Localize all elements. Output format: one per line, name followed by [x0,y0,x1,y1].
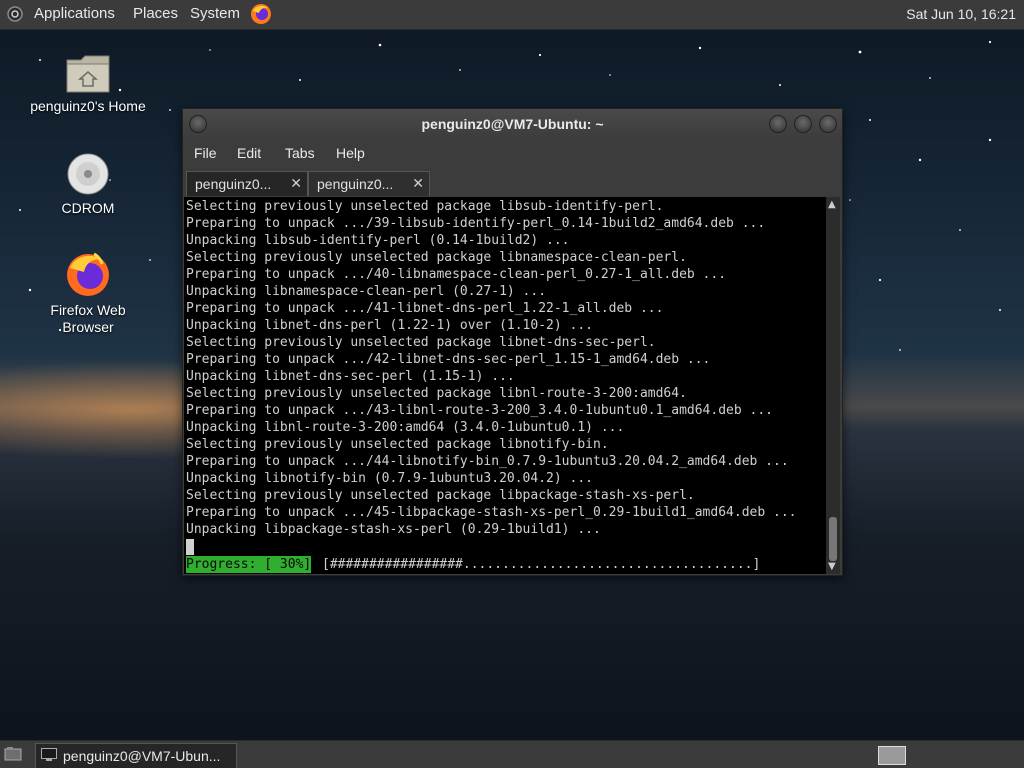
firefox-label: Firefox Web Browser [50,302,126,335]
terminal-line: Unpacking libnet-dns-sec-perl (1.15-1) .… [186,369,515,384]
file-menu[interactable]: File [194,145,217,161]
terminal-icon [41,748,57,761]
home-folder-desktop-icon[interactable]: penguinz0's Home [23,52,153,115]
taskbar-terminal-button[interactable]: penguinz0@VM7-Ubun... [35,743,237,768]
firefox-desktop-icon[interactable]: Firefox Web Browser [23,250,153,336]
bottom-panel: penguinz0@VM7-Ubun... [0,740,1024,768]
terminal-line: Unpacking libnl-route-3-200:amd64 (3.4.0… [186,420,625,435]
tab-2[interactable]: penguinz0... ✕ [308,171,430,196]
terminal-output[interactable]: Selecting previously unselected package … [184,197,826,574]
firefox-launcher-icon[interactable] [249,2,273,26]
terminal-line: Preparing to unpack .../42-libnet-dns-se… [186,352,711,367]
window-titlebar[interactable]: penguinz0@VM7-Ubuntu: ~ [183,109,842,139]
terminal-line: Preparing to unpack .../40-libnamespace-… [186,267,727,282]
tab-bar: penguinz0... ✕ penguinz0... ✕ [183,169,842,197]
terminal-lines: Selecting previously unselected package … [186,198,796,538]
taskbar-terminal-label: penguinz0@VM7-Ubun... [63,748,221,764]
tab-2-label: penguinz0... [317,176,394,192]
terminal-line: Preparing to unpack .../41-libnet-dns-pe… [186,301,664,316]
scroll-down-arrow-icon[interactable]: ▼ [828,561,836,572]
firefox-icon [67,252,109,296]
home-folder-label: penguinz0's Home [30,98,146,114]
show-desktop-icon[interactable] [4,746,22,762]
edit-menu[interactable]: Edit [237,145,261,161]
close-button[interactable] [819,115,837,133]
terminal-line: Preparing to unpack .../43-libnl-route-3… [186,403,773,418]
home-folder-icon [66,55,110,93]
window-menubar: File Edit Tabs Help [183,141,842,167]
cdrom-icon [67,153,109,195]
top-panel: Applications Places System Sat Jun 10, 1… [0,0,1024,30]
terminal-line: Selecting previously unselected package … [186,437,609,452]
terminal-line: Selecting previously unselected package … [186,250,687,265]
terminal-line: Unpacking libnet-dns-perl (1.22-1) over … [186,318,593,333]
scrollbar-thumb[interactable] [829,517,837,561]
places-menu[interactable]: Places [133,5,178,22]
clock[interactable]: Sat Jun 10, 16:21 [906,6,1016,22]
terminal-line: Preparing to unpack .../44-libnotify-bin… [186,454,789,469]
help-menu[interactable]: Help [336,145,365,161]
terminal-cursor [186,539,194,555]
terminal-line: Preparing to unpack .../45-libpackage-st… [186,505,797,520]
applications-menu[interactable]: Applications [34,5,115,22]
terminal-line: Selecting previously unselected package … [186,335,656,350]
terminal-line: Preparing to unpack .../39-libsub-identi… [186,216,766,231]
terminal-line: Unpacking libnotify-bin (0.7.9-1ubuntu3.… [186,471,593,486]
ubuntu-logo-icon[interactable] [7,6,23,22]
terminal-line: Selecting previously unselected package … [186,386,687,401]
progress-bar-text: [#################......................… [322,557,761,572]
terminal-line: Selecting previously unselected package … [186,488,695,503]
terminal-line: Unpacking libsub-identify-perl (0.14-1bu… [186,233,570,248]
terminal-window: penguinz0@VM7-Ubuntu: ~ File Edit Tabs H… [182,108,843,576]
maximize-button[interactable] [794,115,812,133]
system-menu[interactable]: System [190,5,240,22]
workspace-switcher[interactable] [878,746,906,765]
progress-label: Progress: [ 30%] [186,556,312,573]
tabs-menu[interactable]: Tabs [285,145,315,161]
terminal-line: Unpacking libpackage-stash-xs-perl (0.29… [186,522,601,537]
scroll-up-arrow-icon[interactable]: ▲ [828,199,836,210]
tab-1-close-icon[interactable]: ✕ [290,175,302,192]
cdrom-desktop-icon[interactable]: CDROM [23,152,153,217]
terminal-scrollbar[interactable]: ▲ ▼ [826,197,840,574]
minimize-button[interactable] [769,115,787,133]
terminal-line: Selecting previously unselected package … [186,199,664,214]
window-title: penguinz0@VM7-Ubuntu: ~ [421,116,604,132]
tab-1[interactable]: penguinz0... ✕ [186,171,308,196]
cdrom-label: CDROM [61,200,115,216]
terminal-line: Unpacking libnamespace-clean-perl (0.27-… [186,284,547,299]
tab-2-close-icon[interactable]: ✕ [412,175,424,192]
tab-1-label: penguinz0... [195,176,272,192]
